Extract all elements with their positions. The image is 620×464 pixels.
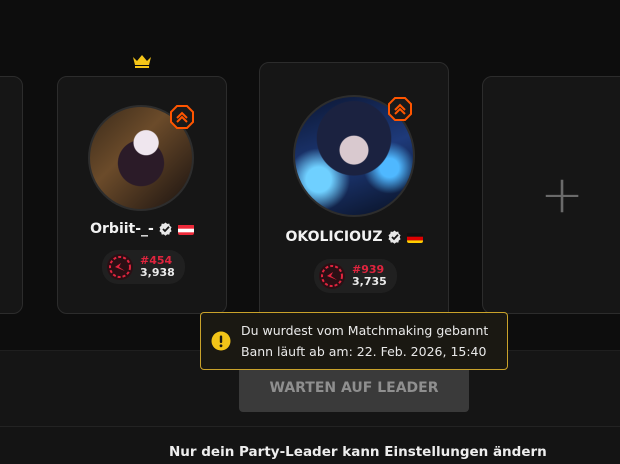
wait-for-leader-button[interactable]: WARTEN AUF LEADER [239, 364, 469, 412]
plus-icon[interactable]: + [540, 169, 584, 221]
elo-icon [107, 254, 133, 280]
rank-chevron-icon [388, 97, 412, 121]
member-name[interactable]: Orbiit-_- [90, 221, 154, 237]
verified-icon [159, 222, 172, 236]
flag-austria-icon [177, 224, 194, 235]
elo-icon [319, 263, 345, 289]
invite-slot[interactable]: + [482, 76, 620, 314]
elo-display: #939 3,735 [314, 259, 397, 293]
member-name-row: Orbiit-_- [58, 221, 226, 237]
party-member-card[interactable]: OKOLICIOUZ #939 3,735 [259, 62, 449, 322]
flag-germany-icon [406, 232, 423, 243]
member-name-row: OKOLICIOUZ [260, 229, 448, 245]
party-card-offscreen [0, 76, 23, 314]
ban-message: Du wurdest vom Matchmaking gebannt [241, 323, 489, 338]
leader-only-notice: Nur dein Party-Leader kann Einstellungen… [169, 444, 547, 460]
rank-chevron-icon [170, 105, 194, 129]
elo-display: #454 3,938 [102, 250, 185, 284]
member-name[interactable]: OKOLICIOUZ [285, 229, 382, 245]
elo-points: 3,938 [140, 266, 175, 279]
elo-points: 3,735 [352, 275, 387, 288]
verified-icon [387, 230, 401, 244]
crown-icon [133, 55, 151, 68]
party-member-card[interactable]: Orbiit-_- #454 3,938 [57, 76, 227, 314]
ban-expiry: Bann läuft ab am: 22. Feb. 2026, 15:40 [241, 344, 487, 359]
ban-tooltip: Du wurdest vom Matchmaking gebannt Bann … [200, 312, 508, 370]
warning-icon [211, 331, 231, 351]
